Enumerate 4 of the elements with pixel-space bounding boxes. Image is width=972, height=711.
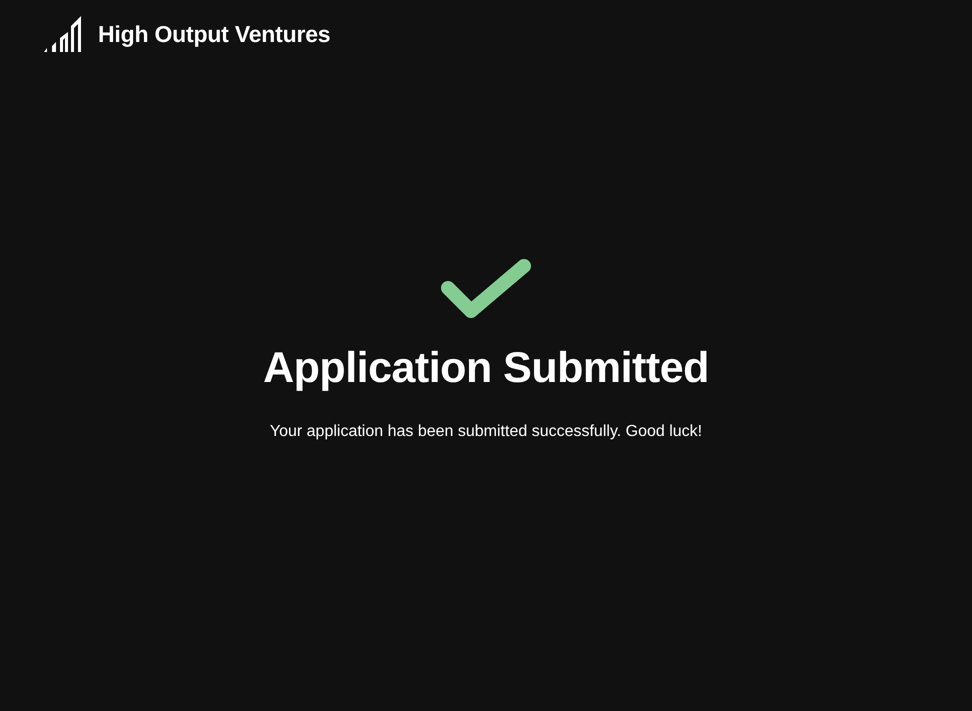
confirmation-title: Application Submitted xyxy=(263,344,709,393)
brand-name: High Output Ventures xyxy=(98,20,330,48)
confirmation-message: Your application has been submitted successfully. Good luck! xyxy=(270,423,702,441)
logo-icon xyxy=(44,16,82,52)
